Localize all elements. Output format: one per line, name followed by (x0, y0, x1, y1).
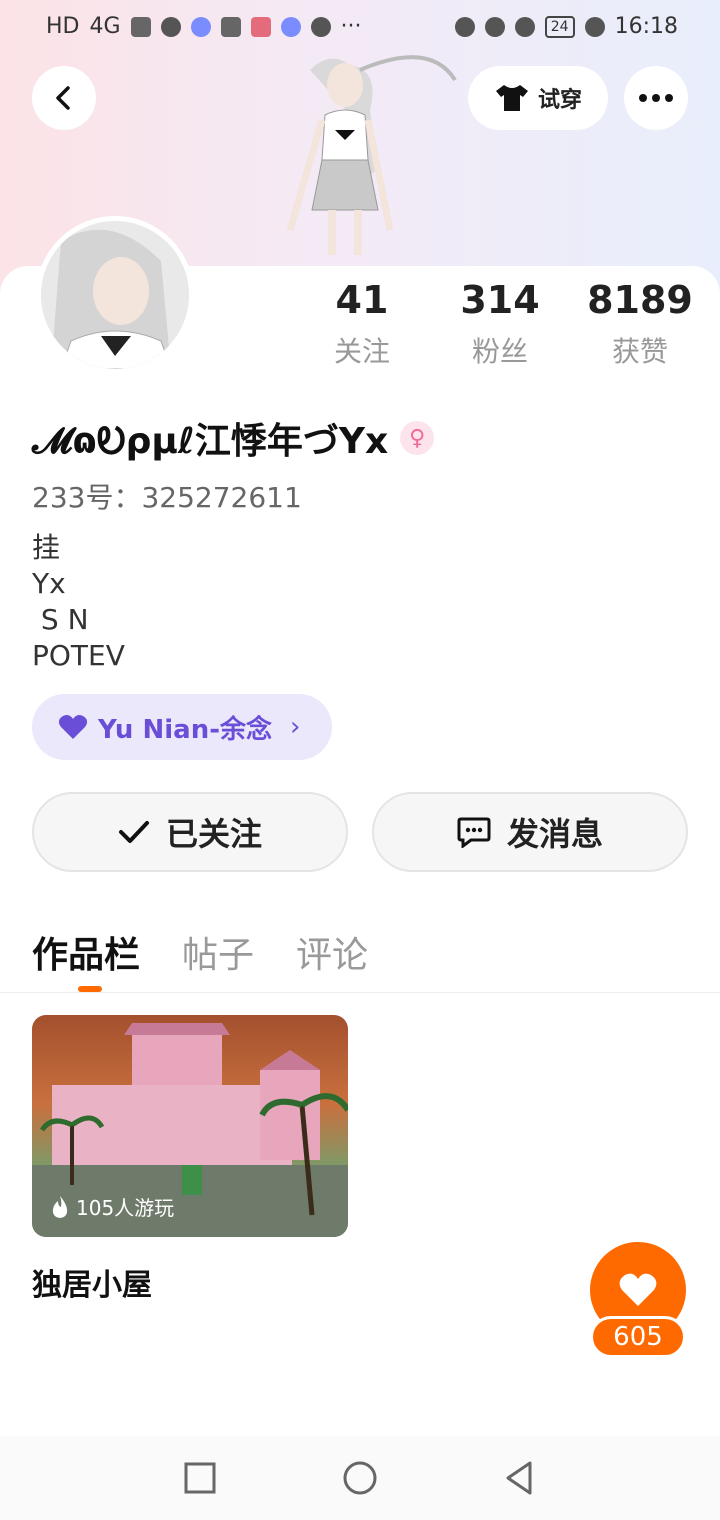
tab-posts[interactable]: 帖子 (182, 926, 254, 978)
like-count: 605 (590, 1316, 686, 1358)
stat-followers[interactable]: 314 粉丝 (430, 276, 570, 370)
check-icon (118, 821, 149, 843)
work-title[interactable]: 独居小屋 (32, 1260, 152, 1304)
user-id[interactable]: 233号：325272611 (32, 476, 302, 516)
avatar[interactable] (36, 216, 194, 374)
system-nav-bar (0, 1436, 720, 1520)
nfc-icon (454, 16, 475, 37)
app-notification-icon (250, 16, 271, 37)
eye-comfort-icon (484, 16, 505, 37)
stat-label: 关注 (333, 335, 390, 368)
stat-value: 8189 (587, 278, 693, 322)
music-icon (280, 16, 301, 37)
profile-tabs: 作品栏 帖子 评论 (32, 926, 368, 978)
stat-label: 获赞 (611, 335, 668, 368)
status-bar: HD 4G ··· 24 16:18 (0, 0, 720, 56)
following-label: 已关注 (165, 815, 262, 853)
avatar-3d-figure (286, 55, 457, 255)
following-button[interactable]: 已关注 (32, 792, 348, 872)
chevron-right-icon: › (290, 712, 301, 742)
tshirt-icon (495, 85, 528, 111)
work-thumbnail[interactable]: 105人游玩 (32, 1015, 348, 1237)
play-count-text: 105人游玩 (76, 1196, 175, 1220)
fire-icon (52, 1195, 68, 1218)
heart-icon (619, 1273, 657, 1306)
message-button[interactable]: 发消息 (372, 792, 688, 872)
stat-label: 粉丝 (471, 335, 528, 368)
more-icon (639, 94, 673, 102)
app-notification-icon (310, 16, 331, 37)
stat-likes[interactable]: 8189 获赞 (570, 276, 710, 370)
bio: 挂 Yx S N POTEV (32, 531, 125, 672)
tabs-divider (0, 992, 720, 993)
tab-comments[interactable]: 评论 (296, 926, 368, 978)
home-icon[interactable] (340, 1458, 380, 1498)
work-play-count: 105人游玩 (50, 1192, 174, 1221)
try-on-label: 试穿 (537, 88, 582, 113)
network-indicator: 4G (89, 14, 121, 39)
back-button[interactable] (32, 66, 96, 130)
heart-icon (58, 715, 88, 739)
try-on-button[interactable]: 试穿 (468, 66, 608, 130)
guild-badge[interactable]: Yu Nian-余念 › (32, 694, 332, 760)
battery-indicator: 24 (544, 15, 575, 38)
stat-value: 314 (460, 278, 540, 322)
username-row: 𝓜ɷᎧρμℓ江悸年づYx ♀ (32, 412, 435, 464)
guild-name: Yu Nian-余念 (98, 714, 273, 745)
nav-back-icon[interactable] (500, 1458, 540, 1498)
more-notifications-icon: ··· (340, 14, 362, 39)
app-notification-icon (190, 16, 211, 37)
alarm-icon (514, 16, 535, 37)
message-icon (457, 817, 491, 848)
signal-icon (130, 16, 151, 37)
username: 𝓜ɷᎧρμℓ江悸年づYx (32, 421, 389, 462)
message-label: 发消息 (506, 815, 603, 853)
stat-value: 41 (335, 278, 389, 322)
clock: 16:18 (614, 14, 678, 39)
back-icon (56, 86, 70, 110)
tab-works[interactable]: 作品栏 (32, 926, 140, 978)
wifi-icon (160, 16, 181, 37)
stat-following[interactable]: 41 关注 (292, 276, 432, 370)
app-notification-icon (220, 16, 241, 37)
avatar-image (41, 221, 189, 369)
female-icon: ♀ (400, 421, 435, 455)
power-saving-icon (584, 16, 605, 37)
recent-apps-icon[interactable] (180, 1458, 220, 1498)
hd-indicator: HD (46, 14, 80, 39)
more-button[interactable] (624, 66, 688, 130)
